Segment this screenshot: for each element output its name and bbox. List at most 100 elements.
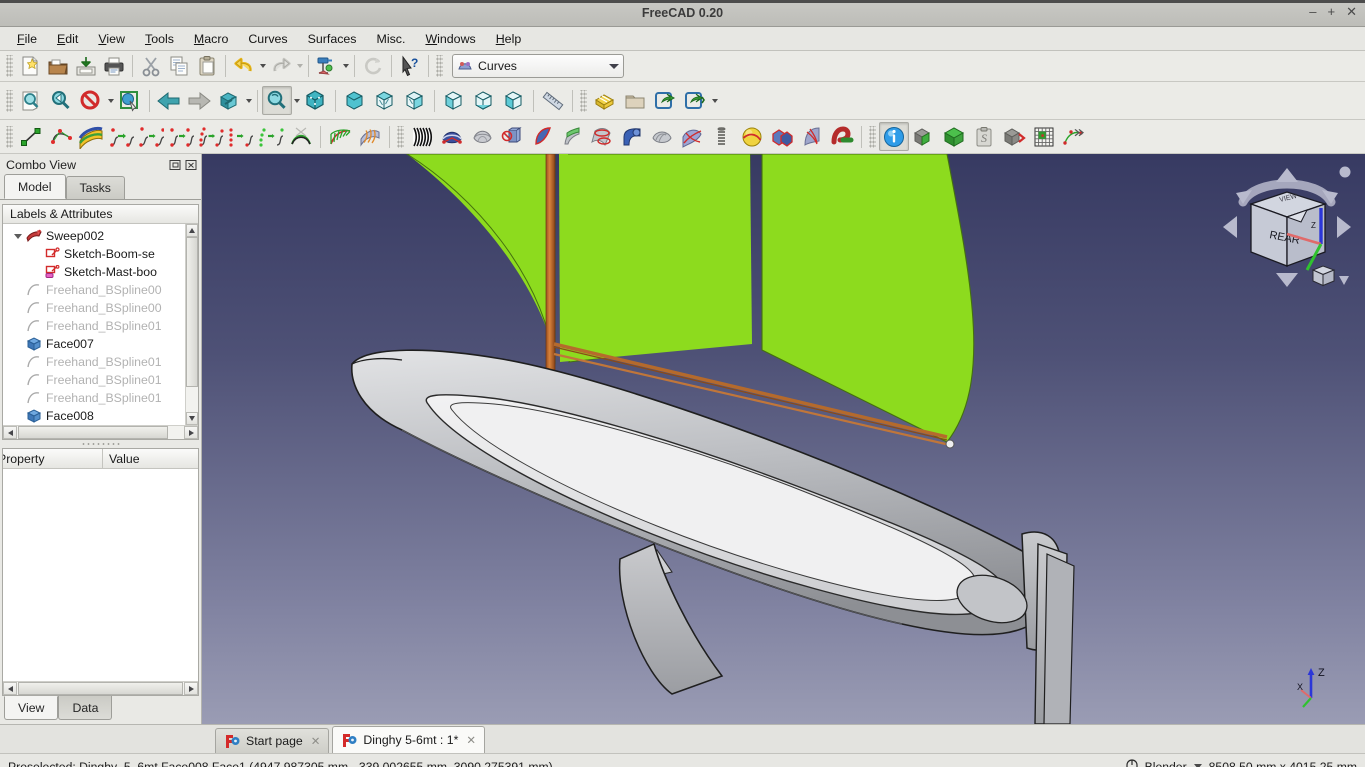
boat-model-render[interactable] bbox=[202, 154, 1365, 724]
workbench-selector[interactable]: Curves bbox=[452, 54, 624, 78]
menu-surfaces[interactable]: Surfaces bbox=[299, 29, 366, 49]
green-cube-button[interactable] bbox=[939, 122, 969, 151]
solid-box-button[interactable] bbox=[909, 122, 939, 151]
axonometric-dropdown-arrow[interactable] bbox=[244, 88, 253, 114]
scroll-left-button[interactable] bbox=[3, 426, 17, 439]
bspline-tool-button[interactable] bbox=[46, 122, 76, 151]
undo-dropdown-arrow[interactable] bbox=[258, 53, 267, 79]
left-view-button[interactable] bbox=[499, 86, 529, 115]
zoom-tool-button[interactable] bbox=[262, 86, 292, 115]
tree-vertical-scrollbar[interactable] bbox=[185, 224, 198, 425]
panel-splitter[interactable] bbox=[0, 440, 201, 448]
menu-misc[interactable]: Misc. bbox=[368, 29, 415, 49]
next-view-button[interactable] bbox=[184, 86, 214, 115]
zebra-surface-button[interactable] bbox=[355, 122, 385, 151]
menu-file[interactable]: FFileile bbox=[8, 29, 46, 49]
tree-item[interactable]: Sketch-Mast-boo bbox=[3, 263, 185, 281]
tree-item[interactable]: Sketch-Boom-se bbox=[3, 245, 185, 263]
minimize-button[interactable]: – bbox=[1309, 4, 1316, 19]
refresh-button[interactable] bbox=[359, 53, 387, 80]
menu-windows[interactable]: Windows bbox=[416, 29, 484, 49]
menu-tools[interactable]: Tools bbox=[136, 29, 183, 49]
tab-data[interactable]: Data bbox=[58, 696, 113, 720]
tree-item[interactable]: Freehand_BSpline01 bbox=[3, 317, 185, 335]
draw-style-dropdown-arrow[interactable] bbox=[106, 88, 115, 114]
tree-item[interactable]: Freehand_BSpline01 bbox=[3, 353, 185, 371]
undo-button[interactable] bbox=[230, 53, 258, 80]
isocurve-button[interactable] bbox=[407, 122, 437, 151]
zoom-dropdown-arrow[interactable] bbox=[292, 88, 301, 114]
navigation-cube[interactable]: REAR VIEW Z bbox=[1217, 160, 1357, 295]
tree-expand-caret[interactable] bbox=[11, 233, 25, 239]
helix-button[interactable] bbox=[707, 122, 737, 151]
isometric-view-button[interactable] bbox=[301, 86, 331, 115]
fit-selection-button[interactable] bbox=[46, 86, 76, 115]
bottom-view-button[interactable] bbox=[469, 86, 499, 115]
tab-tasks[interactable]: Tasks bbox=[65, 176, 125, 199]
close-icon[interactable] bbox=[184, 158, 197, 171]
value-column-header[interactable]: Value bbox=[103, 449, 198, 468]
loft-surface-button[interactable] bbox=[647, 122, 677, 151]
extend-curve-button[interactable] bbox=[226, 122, 256, 151]
menu-help[interactable]: Help bbox=[487, 29, 531, 49]
toolbar-grip[interactable] bbox=[6, 55, 13, 77]
tab-view[interactable]: View bbox=[4, 696, 59, 720]
scroll-up-button[interactable] bbox=[186, 224, 198, 237]
macro-record-button[interactable] bbox=[313, 53, 341, 80]
blend-curve-button[interactable] bbox=[286, 122, 316, 151]
redo-dropdown-arrow[interactable] bbox=[295, 53, 304, 79]
cut-button[interactable] bbox=[137, 53, 165, 80]
maximize-button[interactable]: + bbox=[1328, 4, 1336, 19]
scroll-right-button[interactable] bbox=[184, 426, 198, 439]
paste-button[interactable] bbox=[193, 53, 221, 80]
scroll-thumb[interactable] bbox=[18, 426, 168, 439]
scroll-right-button[interactable] bbox=[184, 682, 198, 695]
menu-curves[interactable]: Curves bbox=[239, 29, 296, 49]
curve-surface-button[interactable] bbox=[76, 122, 106, 151]
open-document-button[interactable] bbox=[44, 53, 72, 80]
tree-item[interactable]: Face008 bbox=[3, 407, 185, 425]
flatten-face-button[interactable] bbox=[587, 122, 617, 151]
points-to-bspline-button[interactable] bbox=[256, 122, 286, 151]
top-view-button[interactable] bbox=[370, 86, 400, 115]
right-view-button[interactable] bbox=[400, 86, 430, 115]
toolbar-grip[interactable] bbox=[397, 125, 404, 148]
create-group-button[interactable] bbox=[620, 86, 650, 115]
toolbar-grip[interactable] bbox=[869, 125, 876, 148]
rear-view-button[interactable] bbox=[439, 86, 469, 115]
link-actions-button[interactable] bbox=[680, 86, 710, 115]
close-icon[interactable]: ✕ bbox=[311, 734, 321, 748]
redo-button[interactable] bbox=[267, 53, 295, 80]
scroll-thumb[interactable] bbox=[18, 682, 183, 695]
menu-edit[interactable]: Edit bbox=[48, 29, 87, 49]
3d-viewport[interactable]: REAR VIEW Z Z X bbox=[202, 154, 1365, 724]
scroll-track[interactable] bbox=[186, 237, 198, 412]
tab-start-page[interactable]: Start page ✕ bbox=[215, 728, 330, 753]
macro-dropdown-arrow[interactable] bbox=[341, 53, 350, 79]
selection-view-button[interactable] bbox=[115, 86, 145, 115]
line-tool-button[interactable] bbox=[16, 122, 46, 151]
pipe-curve-button[interactable] bbox=[617, 122, 647, 151]
new-document-button[interactable] bbox=[16, 53, 44, 80]
tree-item[interactable]: Freehand_BSpline00 bbox=[3, 281, 185, 299]
close-icon[interactable]: ✕ bbox=[466, 733, 476, 747]
trim-face-button[interactable] bbox=[797, 122, 827, 151]
create-part-button[interactable] bbox=[590, 86, 620, 115]
tree-item[interactable]: Freehand_BSpline01 bbox=[3, 371, 185, 389]
property-editor-body[interactable] bbox=[3, 469, 198, 681]
toolbar-grip[interactable] bbox=[6, 89, 13, 112]
tab-model[interactable]: Model bbox=[4, 174, 66, 199]
mesh-grid-button[interactable] bbox=[1029, 122, 1059, 151]
menu-macro[interactable]: Macro bbox=[185, 29, 237, 49]
navigation-style-label[interactable]: Blender bbox=[1145, 760, 1187, 767]
surface-blend-button[interactable] bbox=[437, 122, 467, 151]
segment-surface-button[interactable] bbox=[557, 122, 587, 151]
discretize-button[interactable] bbox=[136, 122, 166, 151]
toolbar-grip[interactable] bbox=[580, 89, 587, 112]
join-curve-button[interactable] bbox=[106, 122, 136, 151]
approximate-button[interactable] bbox=[166, 122, 196, 151]
sublink-button[interactable] bbox=[527, 122, 557, 151]
pipeshell-button[interactable] bbox=[497, 122, 527, 151]
info-button[interactable] bbox=[879, 122, 909, 151]
profile-support-button[interactable] bbox=[827, 122, 857, 151]
